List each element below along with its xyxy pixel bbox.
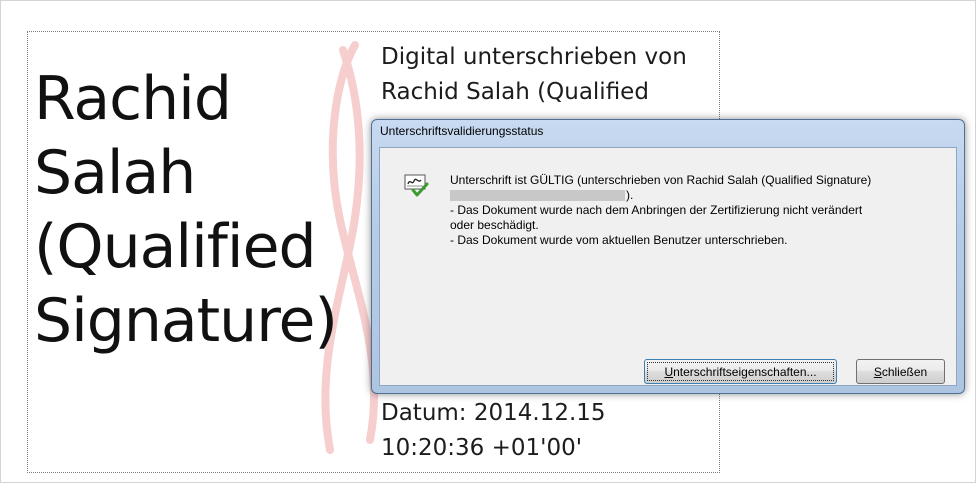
dialog-content: Unterschrift ist GÜLTIG (unterschrieben …: [379, 147, 957, 386]
signature-date-line: Datum: 2014.12.15: [381, 400, 606, 426]
signer-name-line: (Qualified: [34, 212, 317, 282]
signature-date: Datum: 2014.12.15 10:20:36 +01'00': [381, 396, 721, 466]
signature-date-line: 10:20:36 +01'00': [381, 435, 583, 461]
dialog-title: Unterschriftsvalidierungsstatus: [380, 124, 544, 138]
signer-name-line: Rachid: [34, 64, 232, 134]
close-button[interactable]: Schließen: [856, 359, 945, 384]
signer-name-line: Salah: [34, 138, 196, 208]
message-line: - Das Dokument wurde nach dem Anbringen …: [450, 203, 863, 217]
signature-valid-icon: [404, 174, 429, 197]
validation-message: Unterschrift ist GÜLTIG (unterschrieben …: [450, 173, 950, 248]
signature-detail-line: Rachid Salah (Qualified: [381, 79, 649, 105]
button-mnemonic: S: [873, 364, 882, 379]
signature-properties-button[interactable]: Unterschriftseigenschaften...: [644, 359, 837, 384]
signature-detail-line: Digital unterschrieben von: [381, 44, 687, 70]
message-line: oder beschädigt.: [450, 218, 539, 232]
button-label: nterschriftseigenschaften...: [673, 364, 817, 379]
message-line: ).: [450, 188, 950, 203]
signature-details: Digital unterschrieben von Rachid Salah …: [381, 40, 721, 110]
message-line: Unterschrift ist GÜLTIG (unterschrieben …: [450, 173, 872, 187]
message-line-tail: ).: [626, 188, 634, 202]
redacted-text: [450, 190, 625, 202]
signer-name: Rachid Salah (Qualified Signature): [34, 62, 379, 358]
message-line: - Das Dokument wurde vom aktuellen Benut…: [450, 233, 788, 247]
button-mnemonic: U: [664, 364, 674, 379]
signature-validation-dialog[interactable]: Unterschriftsvalidierungsstatus Untersch…: [371, 119, 965, 394]
signer-name-line: Signature): [34, 286, 338, 356]
button-label: chließen: [881, 364, 928, 379]
